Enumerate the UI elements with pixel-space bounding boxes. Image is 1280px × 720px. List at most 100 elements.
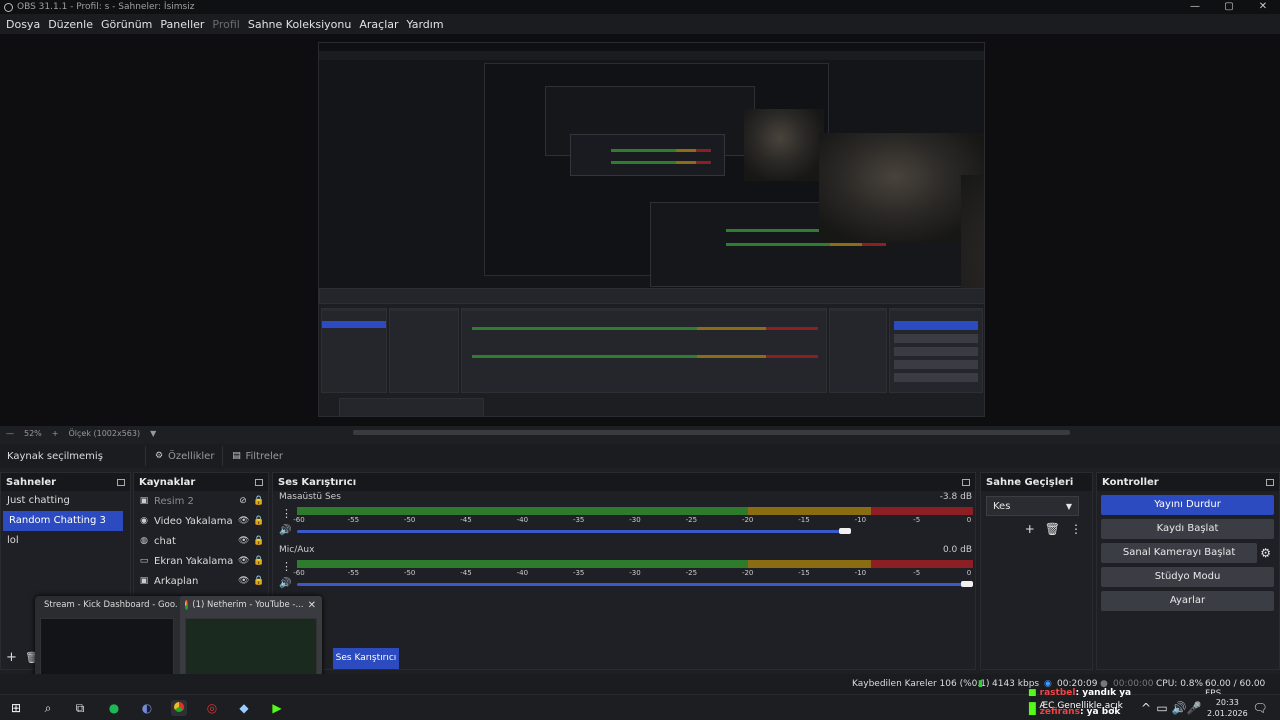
lock-icon[interactable]: 🔒	[253, 536, 264, 546]
menu-bar: Dosya Düzenle Görünüm Paneller Profil Sa…	[0, 14, 1280, 34]
stop-stream-button[interactable]: Yayını Durdur	[1101, 495, 1274, 515]
mixer-tab[interactable]: Ses Karıştırıcı	[333, 648, 399, 669]
close-icon[interactable]: ✕	[308, 600, 316, 611]
sources-title: Kaynaklar	[139, 476, 196, 488]
volume-slider[interactable]	[297, 583, 967, 586]
chat-user: rastbel	[1039, 688, 1076, 698]
dropped-frames: Kaybedilen Kareler 106 (%0.1)	[852, 679, 990, 689]
chat-message: : ya bok	[1079, 707, 1121, 717]
globe-icon: ◍	[140, 536, 148, 546]
start-recording-button[interactable]: Kaydı Başlat	[1101, 519, 1274, 539]
zoom-in-button[interactable]: +	[52, 429, 59, 438]
meter-tick-label: -15	[798, 569, 810, 577]
scale-label: Ölçek (1002x563)	[68, 428, 141, 438]
meter-tick-label: -55	[347, 516, 360, 524]
undock-icon[interactable]	[117, 478, 125, 486]
no-source-label: Kaynak seçilmemiş	[7, 450, 103, 462]
task-view-icon[interactable]: ⧉	[72, 700, 88, 716]
transition-select[interactable]: Kes ▼	[986, 496, 1079, 516]
start-virtual-camera-button[interactable]: Sanal Kamerayı Başlat	[1101, 543, 1258, 563]
search-icon[interactable]: ⌕	[40, 700, 56, 716]
obs-taskbar-icon[interactable]: ◎	[204, 700, 220, 716]
transition-menu-icon[interactable]: ⋮	[1070, 522, 1082, 536]
network-icon[interactable]: ▭	[1154, 700, 1170, 716]
meter-tick-label: -40	[516, 569, 529, 577]
spotify-icon[interactable]: ●	[106, 700, 122, 716]
menu-tools[interactable]: Araçlar	[355, 18, 402, 31]
undock-icon[interactable]	[1266, 478, 1274, 486]
thumbnail-title: Stream - Kick Dashboard - Goo...	[44, 600, 178, 610]
properties-button[interactable]: ⚙ Özellikler	[145, 446, 222, 466]
zoom-out-button[interactable]: —	[6, 429, 14, 438]
chevron-down-icon: ▼	[1065, 501, 1072, 511]
maximize-button[interactable]: ▢	[1212, 0, 1246, 14]
source-row[interactable]: ▭ Ekran Yakalama 👁 🔒	[134, 551, 268, 571]
controls-title: Kontroller	[1102, 476, 1159, 488]
image-icon: ▣	[139, 496, 149, 506]
eye-hidden-icon[interactable]: ⊘	[238, 496, 248, 506]
scenes-title: Sahneler	[6, 476, 57, 488]
mute-speaker-icon[interactable]: 🔊	[279, 525, 291, 536]
kick-icon[interactable]: ▶	[269, 700, 285, 716]
microphone-icon[interactable]: 🎤	[1186, 700, 1202, 716]
source-row[interactable]: ◍ chat 👁 🔒	[134, 531, 268, 551]
scene-item[interactable]: lol	[1, 531, 130, 551]
preview-canvas[interactable]	[318, 42, 985, 417]
menu-scene-collection[interactable]: Sahne Koleksiyonu	[244, 18, 356, 31]
notifications-icon[interactable]: 🗨	[1252, 700, 1268, 716]
scale-dropdown-icon[interactable]: ▼	[150, 429, 156, 438]
mute-speaker-icon[interactable]: 🔊	[279, 578, 291, 589]
menu-edit[interactable]: Düzenle	[44, 18, 97, 31]
menu-profile[interactable]: Profil	[208, 18, 243, 31]
volume-slider-handle[interactable]	[961, 581, 973, 587]
eye-icon[interactable]: 👁	[238, 556, 249, 566]
volume-icon[interactable]: 🔊	[1171, 700, 1187, 716]
windows-start-icon[interactable]: ⊞	[8, 700, 24, 716]
filter-icon: ▤	[232, 451, 241, 461]
nested-obs-titlebar	[319, 43, 984, 51]
remove-transition-icon[interactable]: 🗑	[1045, 522, 1060, 536]
meter-tick-label: -55	[347, 569, 360, 577]
discord-icon[interactable]: ◐	[139, 700, 155, 716]
meter-tick-label: -25	[685, 569, 698, 577]
undock-icon[interactable]	[255, 478, 263, 486]
meter-tick-label: 0	[966, 516, 972, 524]
meter-tick-label: -60	[293, 569, 305, 577]
steam-icon[interactable]: ◆	[236, 700, 252, 716]
volume-slider-handle[interactable]	[839, 528, 852, 534]
meter-tick-label: -35	[572, 516, 585, 524]
clock[interactable]: 20:33 2.01.2026	[1207, 697, 1248, 719]
studio-mode-button[interactable]: Stüdyo Modu	[1101, 567, 1274, 587]
menu-file[interactable]: Dosya	[2, 18, 44, 31]
scene-item[interactable]: Just chatting	[1, 491, 130, 511]
lock-icon[interactable]: 🔒	[253, 556, 264, 566]
menu-help[interactable]: Yardım	[403, 18, 448, 31]
eye-icon[interactable]: 👁	[238, 536, 249, 546]
undock-icon[interactable]	[962, 478, 970, 486]
volume-slider[interactable]	[297, 530, 846, 533]
meter-tick-label: 0	[966, 569, 972, 577]
meter-tick-label: -50	[403, 569, 416, 577]
filters-button[interactable]: ▤ Filtreler	[222, 446, 291, 466]
mixer-channel-name: Masaüstü Ses	[279, 492, 341, 502]
close-button[interactable]: ✕	[1246, 0, 1280, 14]
lock-icon[interactable]: 🔒	[253, 496, 264, 506]
clock-time: 20:33	[1215, 698, 1239, 707]
source-row[interactable]: ▣ Resim 2 ⊘ 🔒	[134, 491, 268, 511]
settings-button[interactable]: Ayarlar	[1101, 591, 1274, 611]
meter-tick-label: -40	[516, 516, 529, 524]
add-transition-icon[interactable]: +	[1025, 522, 1035, 536]
meter-tick-label: -30	[629, 569, 641, 577]
minimize-button[interactable]: —	[1178, 0, 1212, 14]
tray-chevron-up-icon[interactable]: ^	[1138, 700, 1154, 716]
source-name: Resim 2	[154, 495, 194, 507]
source-name: Ekran Yakalama	[154, 555, 233, 567]
add-scene-button[interactable]: +	[6, 650, 17, 665]
chrome-taskbar-icon[interactable]	[171, 700, 187, 716]
meter-tick-label: -20	[741, 569, 754, 577]
vcam-settings-gear-icon[interactable]: ⚙	[1260, 546, 1271, 560]
menu-docks[interactable]: Paneller	[156, 18, 208, 31]
menu-view[interactable]: Görünüm	[97, 18, 156, 31]
nested-obs-panels	[319, 288, 984, 416]
mixer-title: Ses Karıştırıcı	[278, 476, 357, 488]
